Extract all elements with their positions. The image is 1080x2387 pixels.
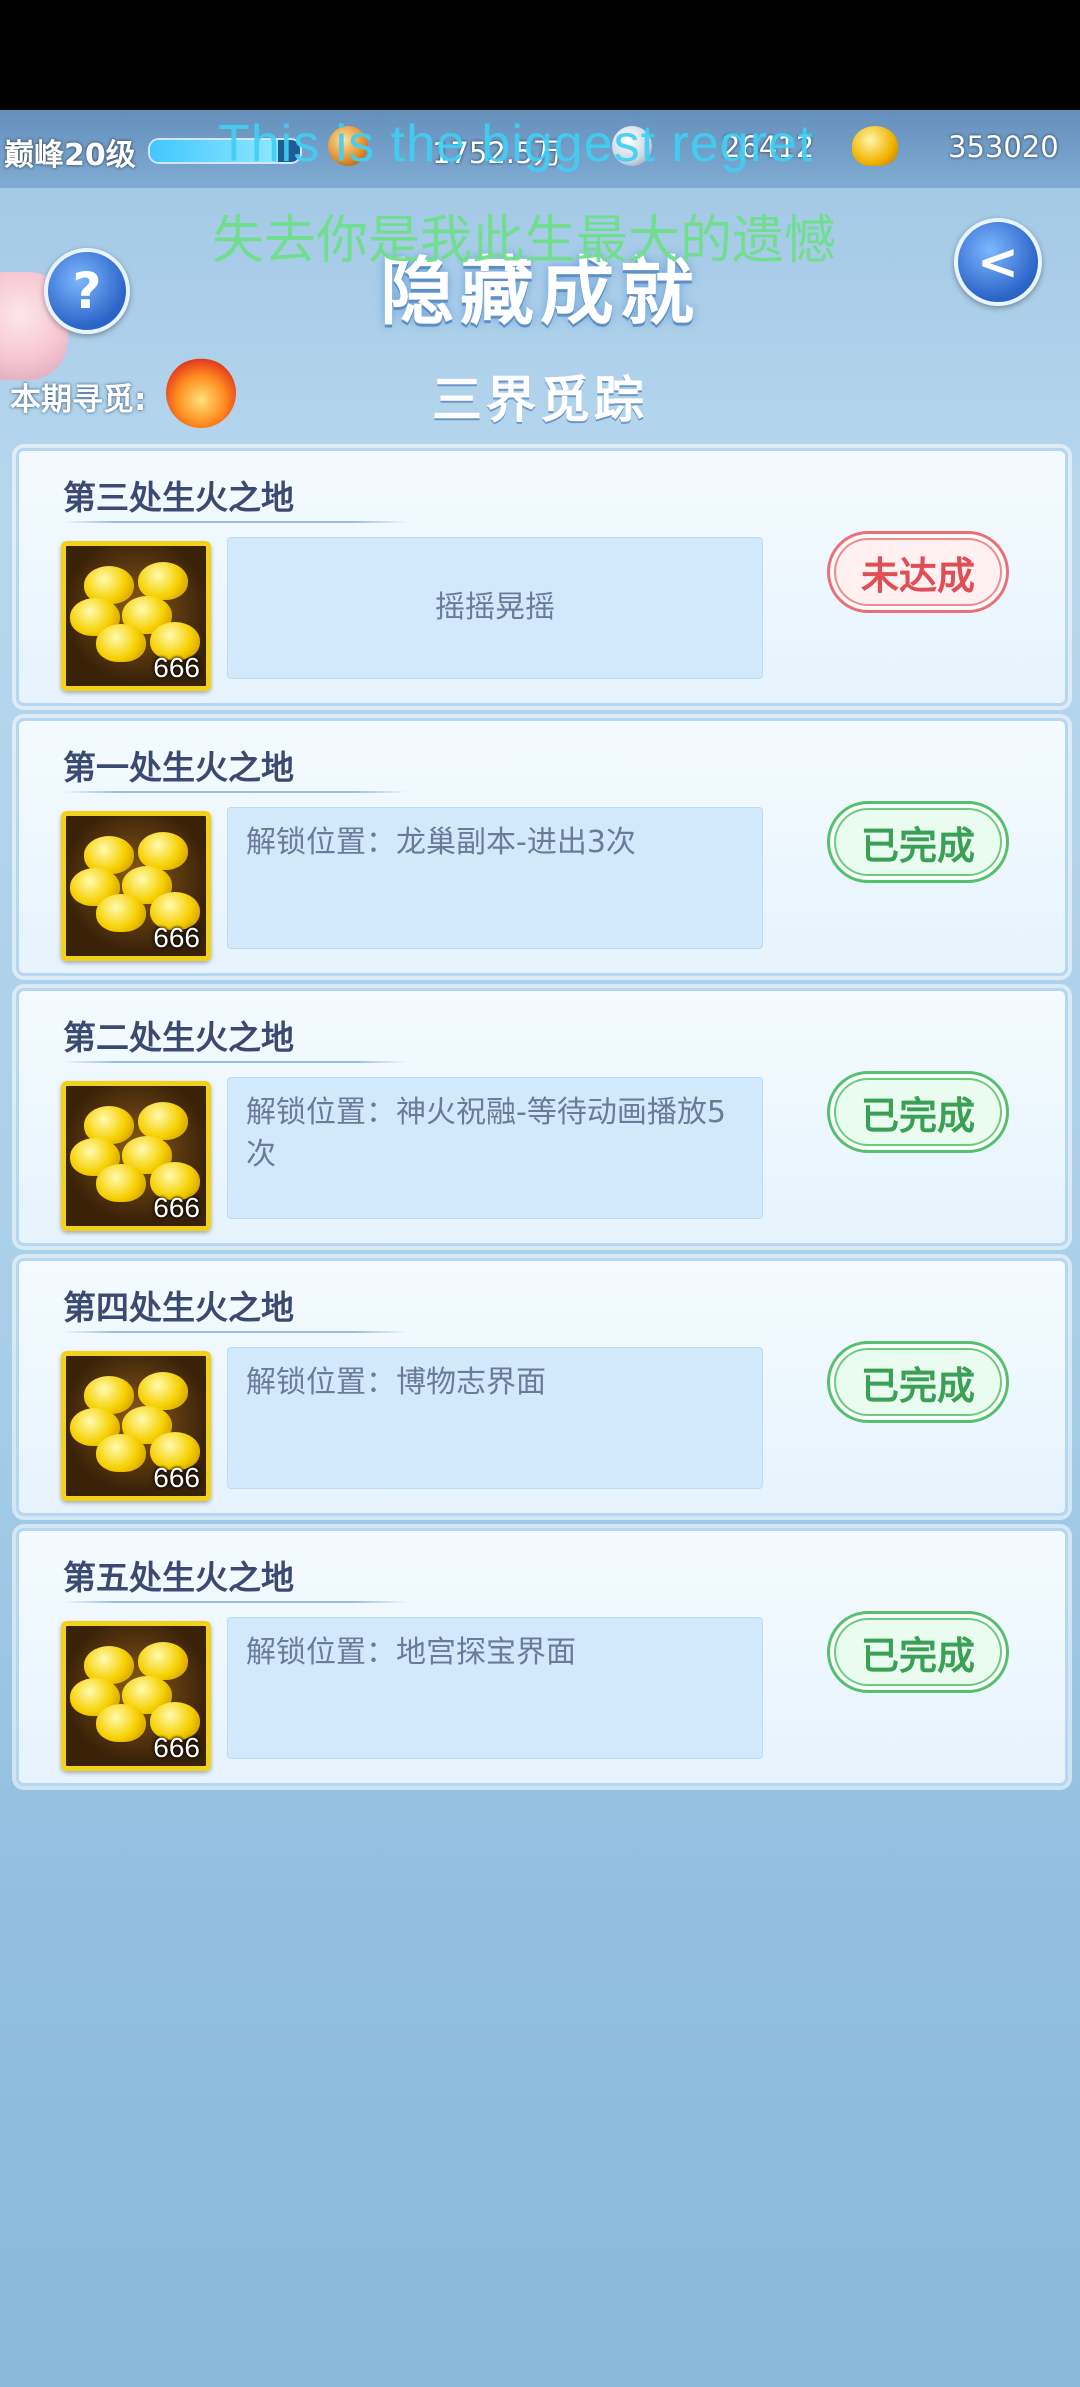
gold-ingot-icon — [96, 1434, 146, 1472]
achievement-description: 解锁位置：龙巢副本-进出3次 — [227, 807, 763, 949]
achievement-description: 解锁位置：博物志界面 — [227, 1347, 763, 1489]
gold-ingot-icon — [96, 1164, 146, 1202]
completed-status-button[interactable]: 已完成 — [827, 1611, 1009, 1693]
title-divider — [63, 1331, 407, 1333]
achievement-card: 第三处生火之地 666 摇摇晃摇 未达成 — [16, 448, 1068, 706]
achievement-description: 解锁位置：地宫探宝界面 — [227, 1617, 763, 1759]
page-subtitle: 三界觅踪 — [432, 371, 648, 429]
title-divider — [63, 521, 407, 523]
reward-item[interactable]: 666 — [61, 811, 211, 961]
achievement-card: 第一处生火之地 666 解锁位置：龙巢副本-进出3次 已完成 — [16, 718, 1068, 976]
achievement-description: 解锁位置：神火祝融-等待动画播放5次 — [227, 1077, 763, 1219]
achievement-card: 第二处生火之地 666 解锁位置：神火祝融-等待动画播放5次 已完成 — [16, 988, 1068, 1246]
reward-count: 666 — [153, 652, 200, 683]
gold-ingot-icon — [96, 624, 146, 662]
reward-item[interactable]: 666 — [61, 1351, 211, 1501]
achievement-description: 摇摇晃摇 — [227, 537, 763, 679]
achievement-title: 第四处生火之地 — [63, 1288, 294, 1327]
achievement-title: 第二处生火之地 — [63, 1018, 294, 1057]
help-button[interactable]: ? — [44, 248, 130, 334]
reward-count: 666 — [153, 1732, 200, 1763]
reward-count: 666 — [153, 1462, 200, 1493]
gold-ingot-icon — [138, 1642, 188, 1680]
gold-ingot-icon — [138, 1102, 188, 1140]
achievement-card: 第五处生火之地 666 解锁位置：地宫探宝界面 已完成 — [16, 1528, 1068, 1786]
gold-ingot-icon — [96, 894, 146, 932]
player-level: 巅峰20级 — [4, 138, 136, 173]
gold-ingot-icon — [138, 562, 188, 600]
incomplete-status-button[interactable]: 未达成 — [827, 531, 1009, 613]
achievement-title: 第三处生火之地 — [63, 478, 294, 517]
completed-status-button[interactable]: 已完成 — [827, 1341, 1009, 1423]
achievement-title: 第一处生火之地 — [63, 748, 294, 787]
gold-ingot-icon — [138, 1372, 188, 1410]
title-divider — [63, 1061, 407, 1063]
completed-status-button[interactable]: 已完成 — [827, 801, 1009, 883]
reward-item[interactable]: 666 — [61, 541, 211, 691]
caption-chinese: 失去你是我此生最大的遗憾 — [212, 211, 837, 271]
title-divider — [63, 791, 407, 793]
resource-gold: 353020 — [948, 130, 1059, 164]
achievement-title: 第五处生火之地 — [63, 1558, 294, 1597]
gold-ingot-icon — [852, 126, 898, 166]
reward-item[interactable]: 666 — [61, 1081, 211, 1231]
status-bar — [0, 0, 1080, 110]
title-divider — [63, 1601, 407, 1603]
back-button[interactable]: < — [954, 218, 1042, 306]
achievement-card: 第四处生火之地 666 解锁位置：博物志界面 已完成 — [16, 1258, 1068, 1516]
reward-item[interactable]: 666 — [61, 1621, 211, 1771]
reward-count: 666 — [153, 1192, 200, 1223]
reward-count: 666 — [153, 922, 200, 953]
gold-ingot-icon — [96, 1704, 146, 1742]
caption-english: This is the biggest regret — [218, 115, 814, 173]
gold-ingot-icon — [138, 832, 188, 870]
completed-status-button[interactable]: 已完成 — [827, 1071, 1009, 1153]
